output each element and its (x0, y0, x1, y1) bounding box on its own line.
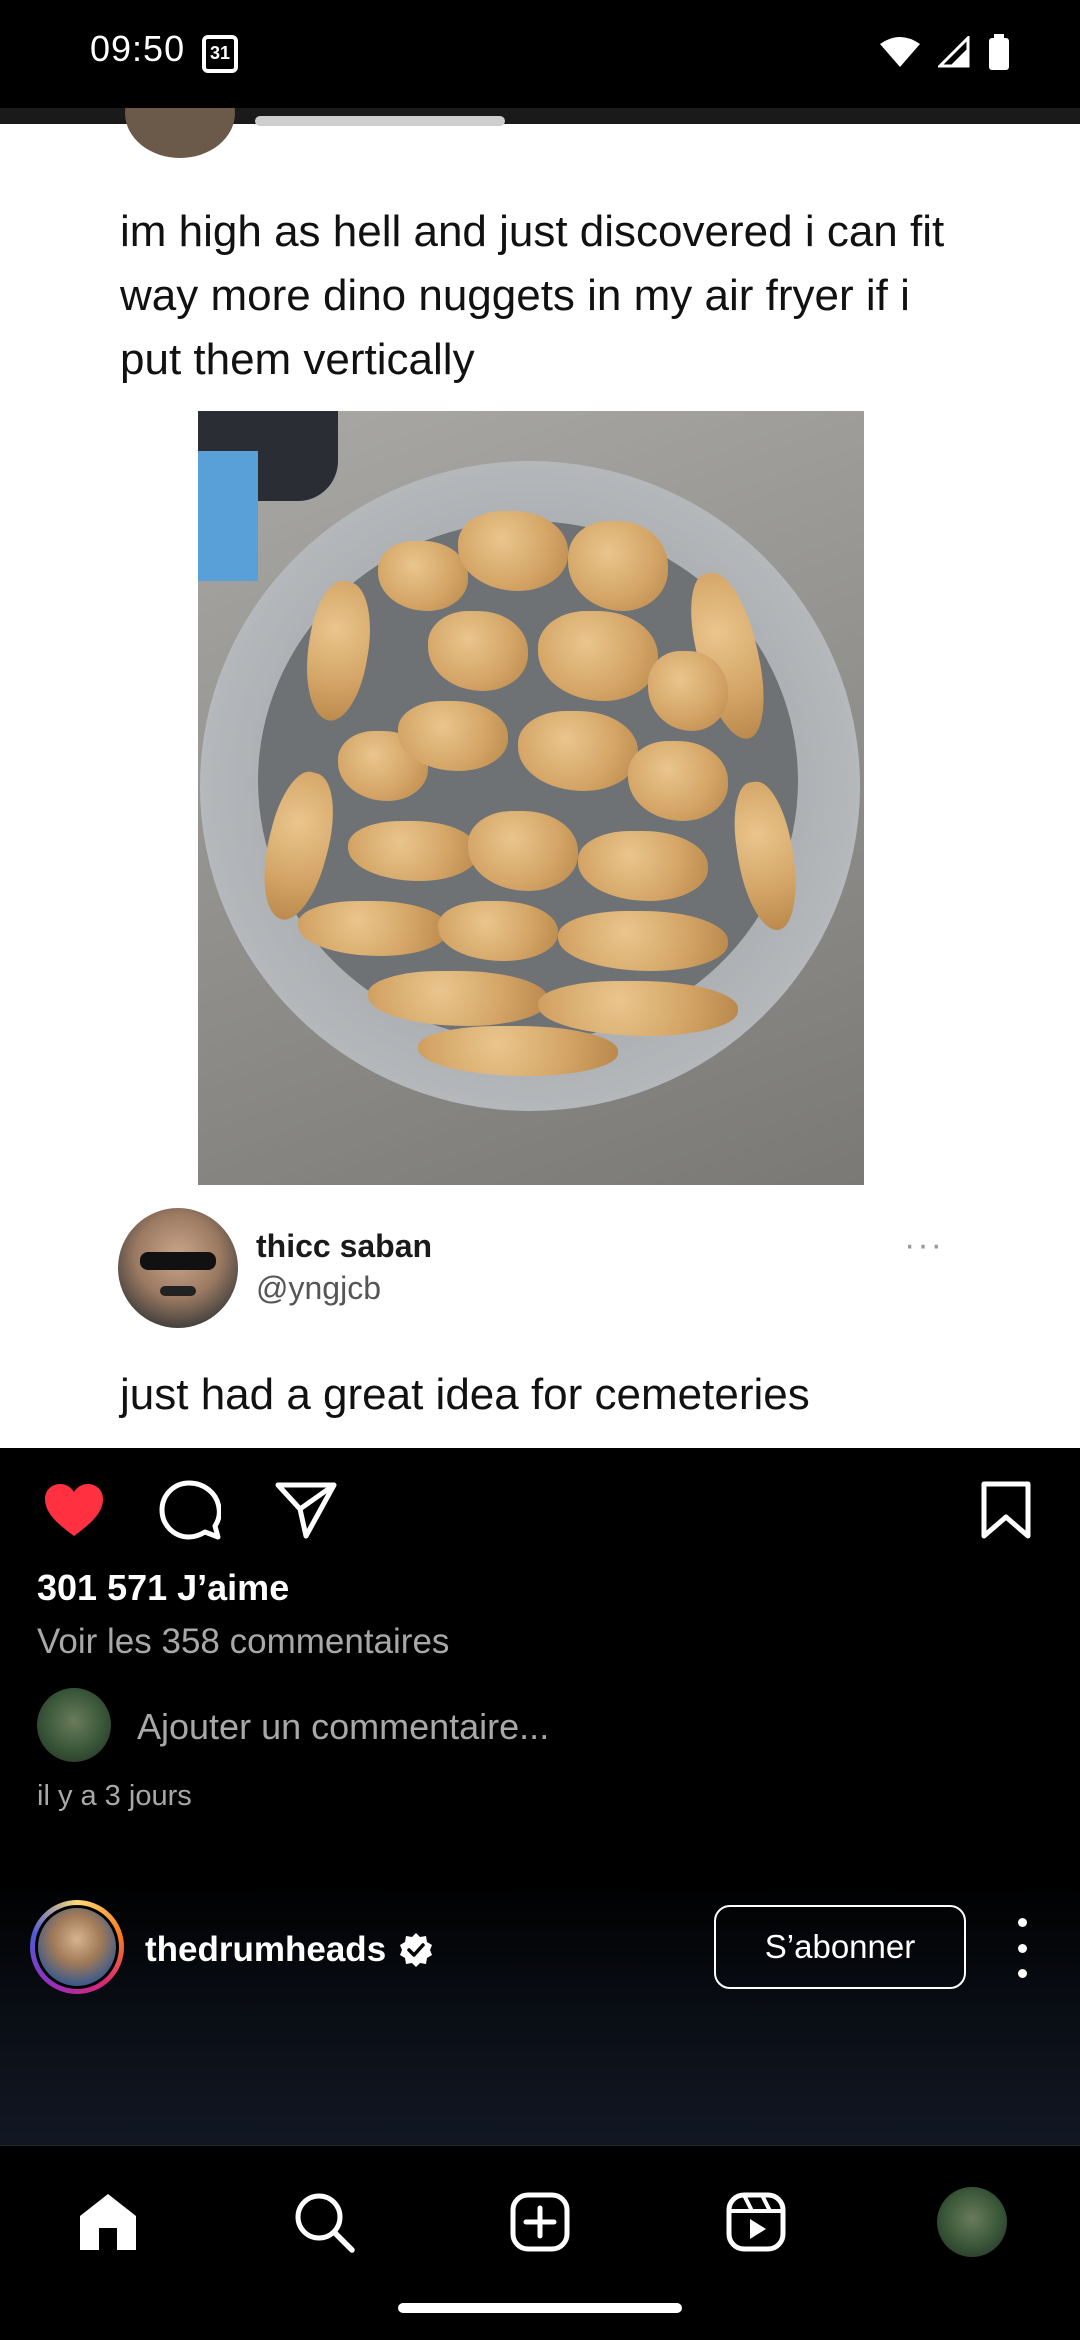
nav-search[interactable] (284, 2182, 364, 2262)
signal-icon (938, 36, 970, 68)
create-icon (510, 2192, 570, 2252)
my-avatar (37, 1688, 111, 1762)
nav-profile[interactable] (932, 2182, 1012, 2262)
wifi-icon (880, 37, 920, 67)
bookmark-icon (981, 1481, 1031, 1539)
tweet2-author-name: thicc saban (256, 1228, 433, 1264)
verified-badge-icon (400, 1933, 432, 1967)
send-icon (275, 1482, 337, 1539)
home-indicator[interactable] (398, 2303, 682, 2313)
tweet1-author-handle-cropped (255, 116, 505, 126)
add-comment-input[interactable]: Ajouter un commentaire... (137, 1706, 549, 1748)
home-icon (80, 2194, 136, 2250)
air-fryer-photo (198, 411, 864, 1185)
tweet2-text: just had a great idea for cemeteries (120, 1370, 810, 1419)
follow-button[interactable]: S’abonner (714, 1905, 966, 1989)
account-avatar[interactable] (30, 1900, 124, 1994)
post-actions (0, 1448, 1080, 1568)
view-comments-link[interactable]: Voir les 358 commentaires (37, 1622, 449, 1662)
calendar-icon: 31 (202, 35, 238, 73)
status-time: 09:50 (90, 28, 186, 69)
search-icon (295, 2193, 355, 2253)
like-button[interactable] (42, 1478, 106, 1542)
post-image[interactable]: im high as hell and just discovered i ca… (0, 108, 1080, 1448)
profile-avatar (937, 2187, 1007, 2257)
account-row: thedrumheads S’abonner (0, 1880, 1080, 2146)
account-username[interactable]: thedrumheads (145, 1930, 386, 1970)
battery-icon (989, 34, 1009, 70)
tweet2-author-avatar (118, 1208, 238, 1328)
heart-filled-icon (45, 1484, 103, 1536)
status-icons (880, 34, 1010, 70)
likes-count[interactable]: 301 571 J’aime (37, 1567, 289, 1609)
post-timestamp: il y a 3 jours (37, 1780, 192, 1812)
tweet2-author-handle: @yngjcb (256, 1270, 381, 1306)
more-options-icon[interactable] (1010, 1918, 1034, 1978)
tweet2-more-icon: ··· (904, 1226, 944, 1264)
nav-create[interactable] (500, 2182, 580, 2262)
tweet1-author-avatar (125, 108, 235, 158)
nav-reels[interactable] (716, 2182, 796, 2262)
share-button[interactable] (274, 1478, 338, 1542)
nav-home[interactable] (68, 2182, 148, 2262)
reels-icon (726, 2192, 786, 2252)
tweet1-text: im high as hell and just discovered i ca… (120, 207, 945, 384)
comment-icon (159, 1480, 221, 1540)
status-bar: 09:50 31 (0, 0, 1080, 108)
comment-button[interactable] (158, 1478, 222, 1542)
save-button[interactable] (974, 1478, 1038, 1542)
